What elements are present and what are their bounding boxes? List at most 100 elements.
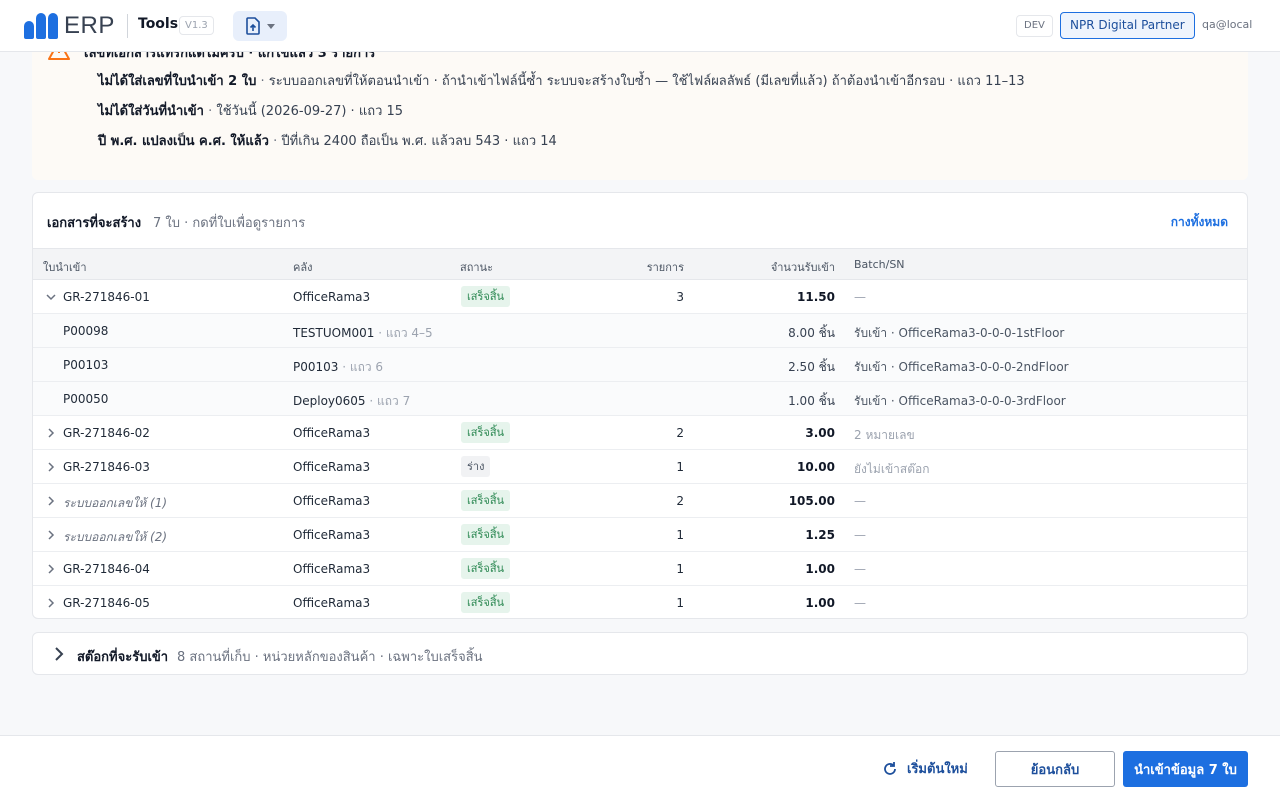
received-quantity: 1.00 (805, 562, 835, 576)
received-quantity: 1.00 (805, 596, 835, 610)
warehouse-cell: OfficeRama3 (293, 528, 370, 542)
status-badge: เสร็จสิ้น (461, 490, 511, 511)
row-reference: · แถว 6 (342, 360, 384, 374)
status-badge: เสร็จสิ้น (461, 558, 511, 579)
warning-item: ปี พ.ศ. แปลงเป็น ค.ศ. ให้แล้ว · ปีที่เกิ… (98, 134, 557, 149)
chevron-right-icon[interactable] (45, 461, 57, 473)
document-code: P00103 (63, 358, 109, 372)
document-row[interactable]: GR-271846-02 OfficeRama3 เสร็จสิ้น 2 3.00 2 ห… (33, 416, 1247, 450)
partner-button[interactable]: NPR Digital Partner (1060, 12, 1195, 39)
warehouse-name: Deploy0605 (293, 394, 366, 408)
line-item-row[interactable]: P00050 Deploy0605 · แถว 7 1.00 ชิ้น รับเข้า… (33, 382, 1247, 416)
upload-file-icon (246, 17, 260, 35)
row-reference: · แถว 7 (369, 394, 411, 408)
warehouse-name: P00103 (293, 360, 339, 374)
warehouse-name: OfficeRama3 (293, 494, 371, 508)
stock-subtitle: 8 สถานที่เก็บ · หน่วยหลักของสินค้า · เฉพ… (177, 650, 483, 665)
chevron-right-icon[interactable] (45, 495, 57, 507)
warehouse-name: OfficeRama3 (293, 426, 371, 440)
refresh-icon (884, 761, 896, 775)
status-badge: เสร็จสิ้น (461, 592, 511, 613)
warehouse-cell: OfficeRama3 (293, 562, 370, 576)
warning-title: ไม่ได้ใส่วันที่นำเข้า (98, 104, 204, 119)
received-quantity: 2.50 ชิ้น (788, 360, 835, 374)
status-badge: เสร็จสิ้น (461, 524, 511, 545)
warehouse-cell: OfficeRama3 (293, 596, 370, 610)
stock-title: สต๊อกที่จะรับเข้า (77, 650, 169, 665)
warehouse-cell: Deploy0605 · แถว 7 (293, 392, 410, 411)
document-code: GR-271846-05 (63, 596, 150, 610)
batch-sn-cell: ยังไม่เข้าสต๊อก (854, 462, 930, 476)
warehouse-name: OfficeRama3 (293, 460, 371, 474)
document-row[interactable]: GR-271846-03 OfficeRama3 ร่าง 1 10.00 ยังไม่เ… (33, 450, 1247, 484)
status-badge: ร่าง (461, 456, 491, 477)
documents-header: เอกสารที่จะสร้าง 7 ใบ · กดที่ใบเพื่อดูรา… (33, 193, 1247, 248)
document-row[interactable]: GR-271846-04 OfficeRama3 เสร็จสิ้น 1 1.00 — (33, 552, 1247, 586)
document-row[interactable]: GR-271846-05 OfficeRama3 เสร็จสิ้น 1 1.00 — (33, 586, 1247, 618)
warning-detail: ใช้วันนี้ (2026-09-27) · แถว 15 (216, 104, 404, 119)
status-badge: เสร็จสิ้น (461, 422, 511, 443)
chevron-right-icon[interactable] (45, 427, 57, 439)
received-quantity: 8.00 ชิ้น (788, 326, 835, 340)
app-title: Tools (138, 16, 179, 32)
document-code: GR-271846-02 (63, 426, 150, 440)
column-header[interactable]: สถานะ (460, 258, 493, 276)
column-header[interactable]: Batch/SN (854, 258, 905, 271)
chevron-right-icon (55, 647, 64, 661)
document-row[interactable]: ระบบออกเลขให้ (1) OfficeRama3 เสร็จสิ้น 2 10… (33, 484, 1247, 518)
received-quantity: 3.00 (805, 426, 835, 440)
warehouse-cell: OfficeRama3 (293, 494, 370, 508)
brand-name: ERP (64, 12, 115, 39)
column-header[interactable]: คลัง (293, 258, 312, 276)
batch-sn-cell: — (854, 290, 866, 304)
warning-detail: ปีที่เกิน 2400 ถือเป็น พ.ศ. แล้วลบ 543 ·… (281, 134, 557, 149)
warehouse-cell: OfficeRama3 (293, 290, 370, 304)
received-quantity: 11.50 (797, 290, 835, 304)
documents-subtitle: 7 ใบ · กดที่ใบเพื่อดูรายการ (153, 216, 306, 231)
batch-sn-cell: รับเข้า · OfficeRama3-0-0-0-1stFloor (854, 326, 1065, 340)
batch-sn-cell: รับเข้า · OfficeRama3-0-0-0-2ndFloor (854, 360, 1069, 374)
warehouse-name: OfficeRama3 (293, 596, 371, 610)
batch-sn-cell: — (854, 562, 866, 576)
chevron-right-icon[interactable] (45, 563, 57, 575)
received-quantity: 1.00 ชิ้น (788, 394, 835, 408)
line-item-row[interactable]: P00103 P00103 · แถว 6 2.50 ชิ้น รับเข้า · O… (33, 348, 1247, 382)
expand-all-link[interactable]: กางทั้งหมด (1171, 213, 1228, 232)
warehouse-cell: OfficeRama3 (293, 460, 370, 474)
divider (127, 14, 128, 38)
warehouse-name: OfficeRama3 (293, 528, 371, 542)
footer-bar: เริ่มต้นใหม่ ย้อนกลับ นำเข้าข้อมูล 7 ใบ (0, 735, 1280, 800)
reset-button[interactable]: เริ่มต้นใหม่ (881, 758, 968, 779)
upload-menu-button[interactable] (233, 11, 287, 41)
back-button[interactable]: ย้อนกลับ (995, 751, 1115, 787)
chevron-right-icon[interactable] (45, 597, 57, 609)
user-email[interactable]: qa@local (1202, 18, 1252, 31)
document-code: ระบบออกเลขให้ (1) (63, 496, 168, 510)
warehouse-cell: OfficeRama3 (293, 426, 370, 440)
document-code: P00050 (63, 392, 109, 406)
column-header[interactable]: รายการ (647, 258, 684, 276)
import-button[interactable]: นำเข้าข้อมูล 7 ใบ (1123, 751, 1248, 787)
stock-panel[interactable]: สต๊อกที่จะรับเข้า 8 สถานที่เก็บ · หน่วยห… (32, 632, 1248, 675)
warehouse-cell: TESTUOM001 · แถว 4–5 (293, 324, 433, 343)
chevron-down-icon[interactable] (45, 291, 57, 303)
item-count: 1 (676, 528, 684, 542)
batch-sn-cell: 2 หมายเลข (854, 428, 915, 442)
column-header[interactable]: จำนวนรับเข้า (771, 258, 835, 276)
received-quantity: 105.00 (788, 494, 835, 508)
warehouse-name: OfficeRama3 (293, 562, 371, 576)
logo[interactable]: ERP (24, 12, 115, 40)
received-quantity: 1.25 (805, 528, 835, 542)
batch-sn-cell: — (854, 528, 866, 542)
document-row[interactable]: GR-271846-01 OfficeRama3 เสร็จสิ้น 3 11.50 — (33, 280, 1247, 314)
version-badge: V1.3 (179, 16, 214, 35)
item-count: 2 (676, 426, 684, 440)
line-item-row[interactable]: P00098 TESTUOM001 · แถว 4–5 8.00 ชิ้น รับเข… (33, 314, 1247, 348)
document-code: GR-271846-01 (63, 290, 150, 304)
warning-title: ปี พ.ศ. แปลงเป็น ค.ศ. ให้แล้ว (98, 134, 269, 149)
chevron-right-icon[interactable] (45, 529, 57, 541)
document-row[interactable]: ระบบออกเลขให้ (2) OfficeRama3 เสร็จสิ้น 1 1.… (33, 518, 1247, 552)
warehouse-cell: P00103 · แถว 6 (293, 358, 383, 377)
column-header[interactable]: ใบนำเข้า (43, 258, 87, 276)
item-count: 2 (676, 494, 684, 508)
